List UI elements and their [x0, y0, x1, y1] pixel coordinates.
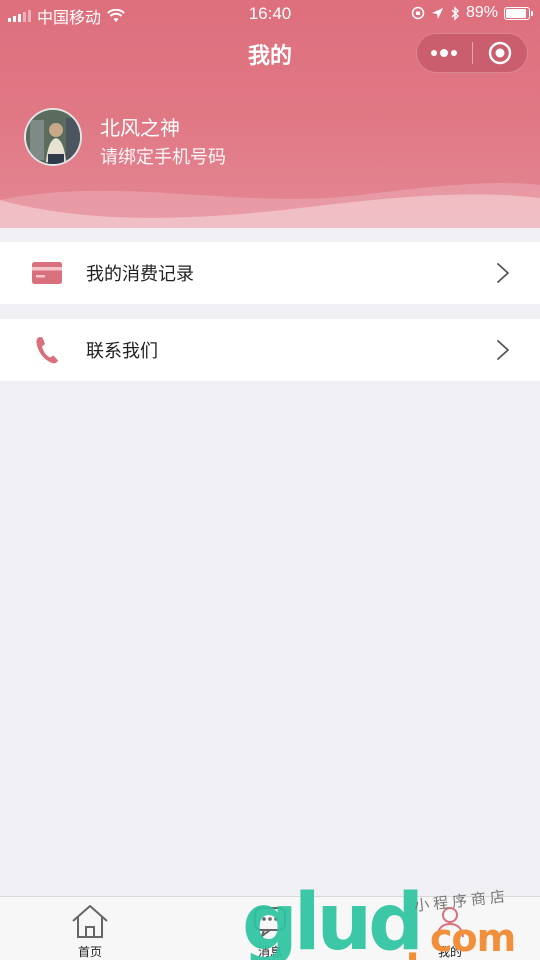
- more-dots-icon: [431, 49, 458, 57]
- user-name: 北风之神: [100, 118, 180, 140]
- tab-messages[interactable]: 消息: [180, 897, 360, 960]
- target-circle-icon: [488, 41, 511, 65]
- status-bar: 中国移动 16:40 89%: [0, 0, 540, 28]
- home-icon: [72, 905, 108, 938]
- user-icon: [436, 907, 464, 938]
- profile-header: 中国移动 16:40 89% 我的 北风之神 请绑定手机号码: [0, 0, 540, 228]
- location-arrow-icon: [431, 7, 443, 19]
- menu-item-consumption-records[interactable]: 我的消费记录: [0, 242, 540, 304]
- rotation-lock-icon: [411, 6, 425, 20]
- avatar-photo: [26, 110, 80, 164]
- card-icon: [30, 256, 64, 290]
- menu-item-label: 我的消费记录: [86, 264, 194, 284]
- mini-program-capsule: [416, 33, 528, 73]
- tab-bar: 首页 消息 我的: [0, 896, 540, 960]
- phone-icon: [30, 333, 64, 367]
- tab-home[interactable]: 首页: [0, 897, 180, 960]
- tab-label: 首页: [77, 945, 102, 959]
- message-icon: [254, 907, 286, 939]
- tab-label: 消息: [257, 945, 282, 959]
- bluetooth-icon: [451, 5, 459, 21]
- battery-percent: 89%: [465, 4, 498, 21]
- avatar[interactable]: [24, 108, 82, 166]
- battery-icon: [504, 6, 533, 20]
- chevron-right-icon: [497, 340, 509, 360]
- menu-item-label: 联系我们: [86, 341, 158, 361]
- bind-phone-prompt[interactable]: 请绑定手机号码: [100, 143, 226, 169]
- header-wave-front: [0, 194, 540, 228]
- chevron-right-icon: [497, 263, 509, 283]
- tab-mine[interactable]: 我的: [360, 897, 540, 960]
- close-button[interactable]: [473, 34, 528, 72]
- tab-label: 我的: [437, 945, 462, 959]
- more-button[interactable]: [417, 34, 472, 72]
- menu-item-contact-us[interactable]: 联系我们: [0, 319, 540, 381]
